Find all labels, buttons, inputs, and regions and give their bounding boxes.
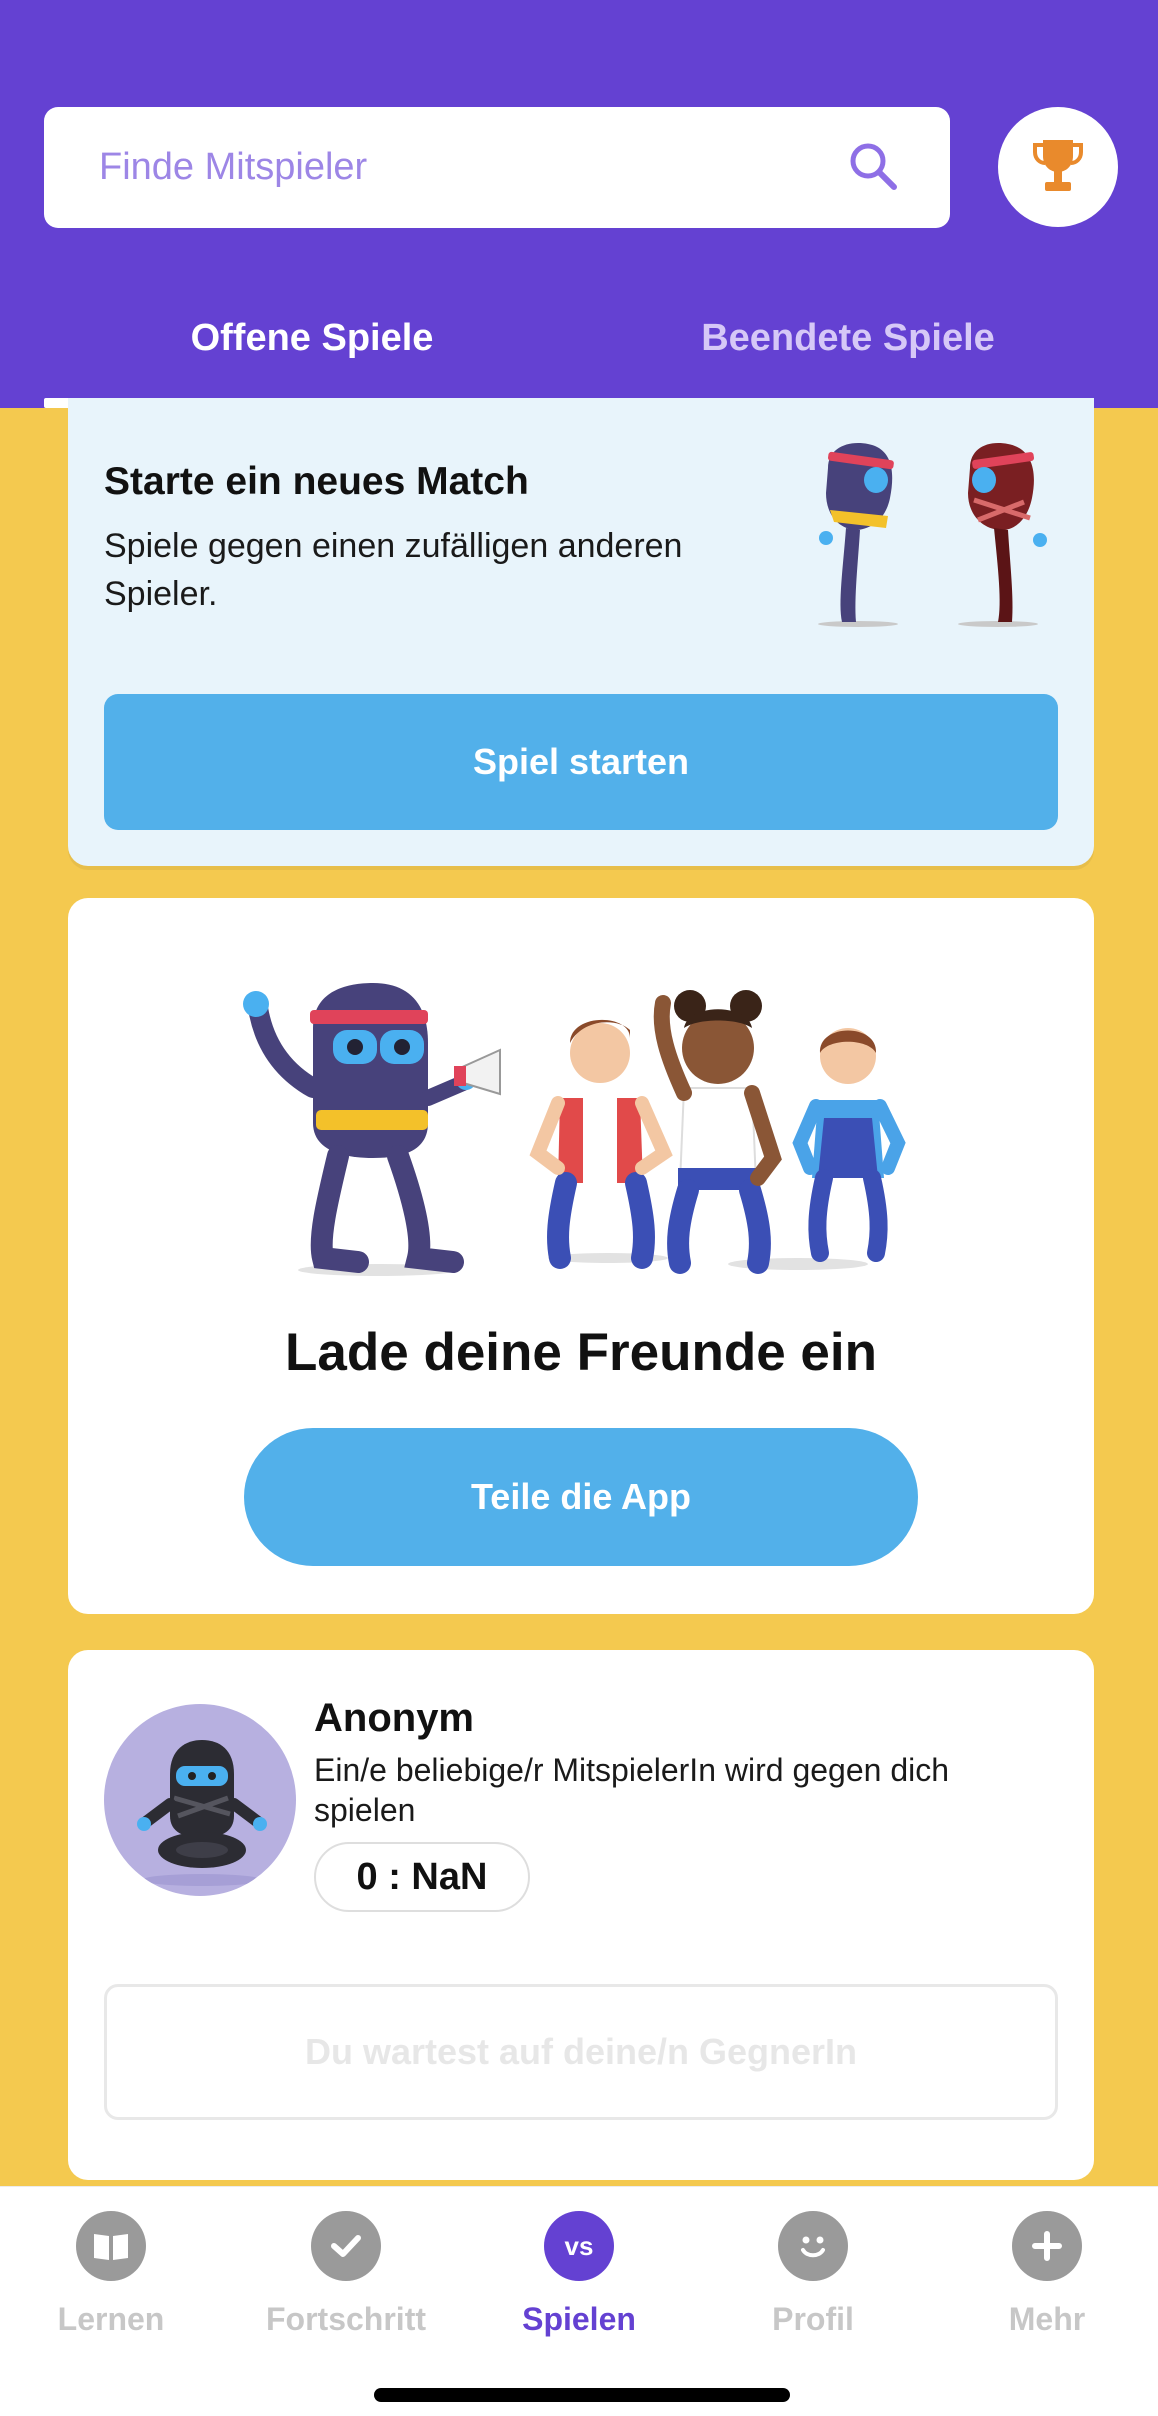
tab-open-games[interactable]: Offene Spiele xyxy=(44,290,580,408)
leaderboard-button[interactable] xyxy=(998,107,1118,227)
tab-finished-games[interactable]: Beendete Spiele xyxy=(580,290,1116,408)
invite-friends-card: Lade deine Freunde ein Teile die App xyxy=(68,898,1094,1614)
share-app-button[interactable]: Teile die App xyxy=(244,1428,918,1566)
waiting-for-opponent-button: Du wartest auf deine/n GegnerIn xyxy=(104,1984,1058,2120)
nav-item-profil[interactable]: Profil xyxy=(713,2211,913,2338)
nav-item-lernen[interactable]: Lernen xyxy=(11,2211,211,2338)
meditating-ninja-icon xyxy=(137,1740,267,1886)
nav-item-mehr[interactable]: Mehr xyxy=(947,2211,1147,2338)
invite-title: Lade deine Freunde ein xyxy=(285,1323,877,1382)
plus-icon xyxy=(1012,2211,1082,2281)
score-badge: 0 : NaN xyxy=(314,1842,530,1912)
header: Finde Mitspieler Offene Spiele Beendete … xyxy=(0,0,1158,408)
open-game-card[interactable]: Anonym Ein/e beliebige/r MitspielerIn wi… xyxy=(68,1650,1094,2180)
opponent-description: Ein/e beliebige/r MitspielerIn wird gege… xyxy=(314,1752,950,1828)
nav-item-fortschritt[interactable]: Fortschritt xyxy=(246,2211,446,2338)
nav-label-mehr: Mehr xyxy=(1008,2301,1086,2337)
search-input[interactable]: Finde Mitspieler xyxy=(44,107,950,228)
nav-label-lernen: Lernen xyxy=(57,2301,165,2337)
trophy-icon xyxy=(1033,140,1083,191)
nav-label-fortschritt: Fortschritt xyxy=(266,2301,426,2337)
game-tabs: Offene Spiele Beendete Spiele xyxy=(0,290,1158,408)
vs-icon-text: vs xyxy=(564,2230,594,2261)
search-placeholder: Finde Mitspieler xyxy=(99,146,368,188)
ninja-duel-illustration xyxy=(818,443,1047,627)
new-match-description: Spiele gegen einen zufälligen anderen Sp… xyxy=(104,527,683,613)
app-screen: Finde Mitspieler Offene Spiele Beendete … xyxy=(0,0,1158,2416)
smiley-icon xyxy=(778,2211,848,2281)
nav-label-spielen: Spielen xyxy=(522,2301,636,2337)
check-icon xyxy=(311,2211,381,2281)
nav-item-spielen[interactable]: vs Spielen xyxy=(479,2211,679,2338)
search-icon[interactable] xyxy=(844,137,904,197)
start-game-button[interactable]: Spiel starten xyxy=(104,694,1058,830)
new-match-title: Starte ein neues Match xyxy=(104,460,529,503)
book-icon xyxy=(76,2211,146,2281)
invite-friends-illustration xyxy=(243,983,906,1276)
nav-label-profil: Profil xyxy=(772,2301,854,2337)
opponent-name: Anonym xyxy=(314,1696,474,1740)
bottom-nav: Lernen Fortschritt vs Spielen Profil Meh… xyxy=(0,2186,1158,2416)
new-match-card: Starte ein neues Match Spiele gegen eine… xyxy=(68,398,1094,866)
opponent-avatar xyxy=(104,1704,296,1896)
vs-icon: vs xyxy=(544,2211,614,2281)
home-indicator xyxy=(374,2388,790,2402)
